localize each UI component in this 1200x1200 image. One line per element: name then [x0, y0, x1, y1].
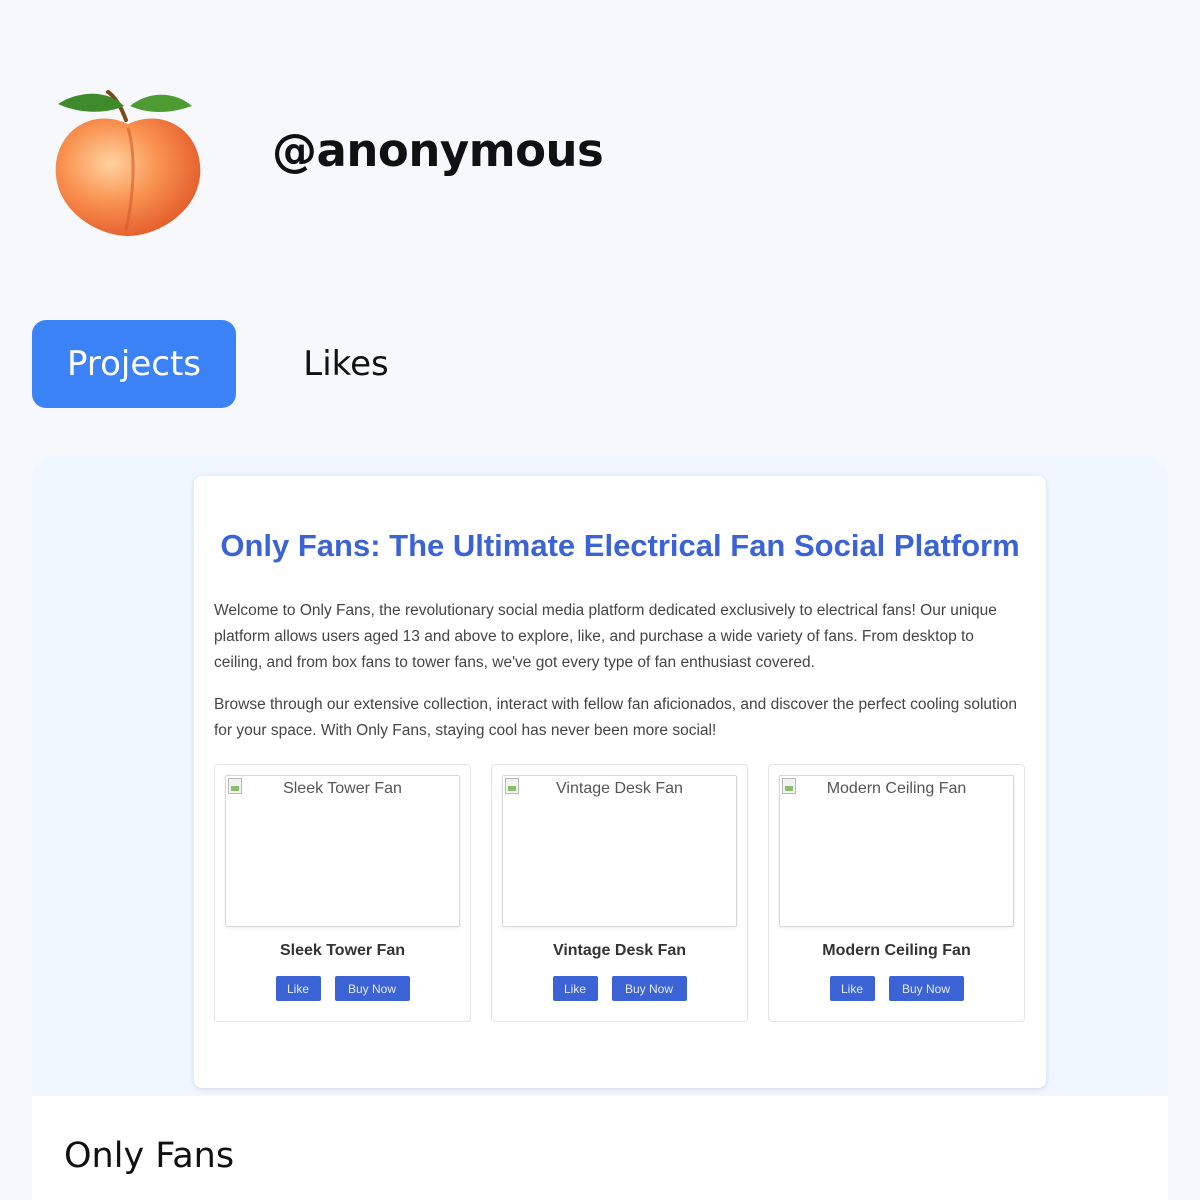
username: @anonymous [272, 124, 604, 177]
buy-now-button[interactable]: Buy Now [888, 976, 964, 1001]
like-button[interactable]: Like [829, 976, 875, 1001]
broken-image-icon [505, 778, 519, 794]
avatar[interactable] [50, 84, 206, 240]
product-image-alt: Sleek Tower Fan [283, 780, 402, 797]
preview-paragraph: Browse through our extensive collection,… [214, 696, 1018, 739]
project-name[interactable]: Only Fans [64, 1136, 234, 1176]
tab-likes[interactable]: Likes [236, 320, 456, 408]
product-actions: Like Buy Now [225, 976, 460, 1001]
preview-title: Only Fans: The Ultimate Electrical Fan S… [220, 528, 1020, 563]
like-button[interactable]: Like [552, 976, 598, 1001]
product-name: Sleek Tower Fan [279, 942, 406, 959]
product-image-alt: Modern Ceiling Fan [826, 780, 967, 797]
project-card[interactable]: Only Fans: The Ultimate Electrical Fan S… [32, 456, 1168, 1200]
profile-tabs: Projects Likes [32, 320, 456, 408]
project-preview[interactable]: Only Fans: The Ultimate Electrical Fan S… [32, 456, 1168, 1096]
product-image: Sleek Tower Fan [225, 775, 460, 927]
preview-paragraph: Welcome to Only Fans, the revolutionary … [214, 602, 997, 671]
product-card: Vintage Desk Fan Vintage Desk Fan Like B… [491, 764, 748, 1022]
buy-now-button[interactable]: Buy Now [334, 976, 410, 1001]
product-actions: Like Buy Now [502, 976, 737, 1001]
tab-projects[interactable]: Projects [32, 320, 236, 408]
product-card: Sleek Tower Fan Sleek Tower Fan Like Buy… [214, 764, 471, 1022]
product-grid: Sleek Tower Fan Sleek Tower Fan Like Buy… [214, 764, 1026, 1022]
like-button[interactable]: Like [275, 976, 321, 1001]
product-image: Modern Ceiling Fan [779, 775, 1014, 927]
broken-image-icon [782, 778, 796, 794]
product-image: Vintage Desk Fan [502, 775, 737, 927]
product-name: Modern Ceiling Fan [822, 942, 971, 959]
buy-now-button[interactable]: Buy Now [611, 976, 687, 1001]
profile-header [50, 84, 206, 240]
product-card: Modern Ceiling Fan Modern Ceiling Fan Li… [768, 764, 1025, 1022]
product-name: Vintage Desk Fan [552, 942, 687, 959]
broken-image-icon [228, 778, 242, 794]
preview-page: Only Fans: The Ultimate Electrical Fan S… [194, 476, 1046, 1088]
product-actions: Like Buy Now [779, 976, 1014, 1001]
product-image-alt: Vintage Desk Fan [556, 780, 683, 797]
